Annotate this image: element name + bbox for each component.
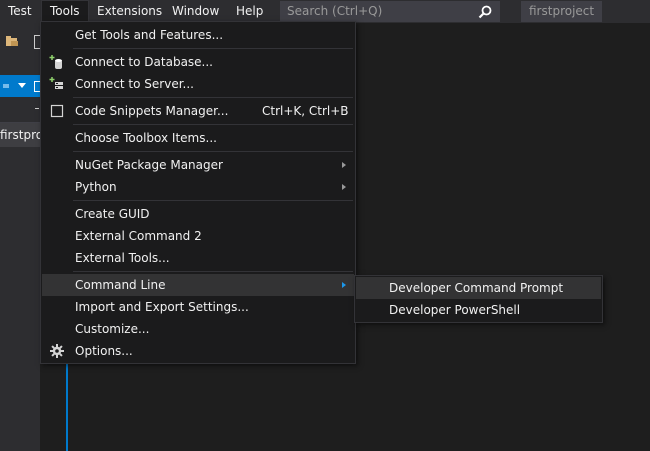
menu-item-label: External Command 2: [75, 229, 202, 243]
menu-item-label: Customize...: [75, 322, 150, 336]
menu-window[interactable]: Window: [164, 0, 227, 23]
menu-test[interactable]: Test: [0, 0, 40, 23]
menu-item-label: Command Line: [75, 278, 166, 292]
search-box[interactable]: Search (Ctrl+Q): [280, 1, 500, 22]
submenu-arrow-icon: [342, 184, 346, 190]
menu-item-label: Import and Export Settings...: [75, 300, 249, 314]
menu-item-label: Get Tools and Features...: [75, 28, 224, 42]
command-line-submenu: Developer Command Prompt Developer Power…: [354, 275, 603, 323]
submenu-item-developer-command-prompt[interactable]: Developer Command Prompt: [356, 277, 601, 299]
menu-item-label: NuGet Package Manager: [75, 158, 223, 172]
menu-item-get-tools[interactable]: Get Tools and Features...: [42, 24, 354, 46]
solution-tab[interactable]: firstproje: [0, 123, 40, 147]
left-toolbar-area: firstproje: [0, 23, 41, 451]
database-icon: [49, 55, 62, 69]
menu-item-label: Python: [75, 180, 117, 194]
menu-item-connect-database[interactable]: Connect to Database...: [42, 51, 354, 73]
menu-item-label: Connect to Database...: [75, 55, 213, 69]
menu-item-external-command-2[interactable]: External Command 2: [42, 225, 354, 247]
menu-help[interactable]: Help: [228, 0, 271, 23]
menu-item-code-snippets[interactable]: Code Snippets Manager... Ctrl+K, Ctrl+B: [42, 100, 354, 122]
menu-item-nuget[interactable]: NuGet Package Manager: [42, 154, 354, 176]
editor-accent-line: [66, 362, 68, 451]
submenu-item-developer-powershell[interactable]: Developer PowerShell: [356, 299, 601, 321]
menu-separator: [73, 124, 353, 125]
menu-item-label: Options...: [75, 344, 133, 358]
submenu-arrow-icon: [342, 282, 346, 288]
grip-icon: [3, 84, 9, 88]
submenu-arrow-icon: [342, 162, 346, 168]
gear-icon: [50, 344, 64, 358]
menu-item-label: Code Snippets Manager...: [75, 104, 229, 118]
submenu-item-label: Developer Command Prompt: [389, 281, 564, 295]
active-panel-header[interactable]: [0, 75, 41, 97]
tools-menu: Get Tools and Features... Connect to Dat…: [40, 21, 356, 364]
menu-item-label: External Tools...: [75, 251, 170, 265]
menu-item-command-line[interactable]: Command Line: [42, 274, 354, 296]
menu-item-label: Choose Toolbox Items...: [75, 131, 217, 145]
submenu-item-label: Developer PowerShell: [389, 303, 521, 317]
menu-separator: [73, 151, 353, 152]
menu-tools[interactable]: Tools: [41, 0, 89, 23]
menu-item-choose-toolbox[interactable]: Choose Toolbox Items...: [42, 127, 354, 149]
menu-item-python[interactable]: Python: [42, 176, 354, 198]
menu-item-shortcut: Ctrl+K, Ctrl+B: [262, 104, 349, 118]
menu-item-label: Connect to Server...: [75, 77, 194, 91]
dropdown-arrow-icon[interactable]: [18, 83, 26, 88]
search-icon[interactable]: [477, 4, 493, 20]
menu-item-external-tools[interactable]: External Tools...: [42, 247, 354, 269]
menu-extensions[interactable]: Extensions: [89, 0, 170, 23]
menu-item-create-guid[interactable]: Create GUID: [42, 203, 354, 225]
checkbox-icon: [50, 104, 64, 118]
menu-separator: [73, 271, 353, 272]
menu-item-connect-server[interactable]: Connect to Server...: [42, 73, 354, 95]
panel-toolbar-row: [0, 102, 40, 123]
menu-separator: [73, 48, 353, 49]
server-icon: [49, 77, 63, 89]
project-name: firstproject: [521, 1, 603, 22]
menu-item-options[interactable]: Options...: [42, 340, 354, 362]
menu-item-import-export[interactable]: Import and Export Settings...: [42, 296, 354, 318]
menu-separator: [73, 97, 353, 98]
menu-item-customize[interactable]: Customize...: [42, 318, 354, 340]
menu-separator: [73, 200, 353, 201]
collapse-icon[interactable]: [35, 108, 39, 115]
search-placeholder: Search (Ctrl+Q): [287, 4, 383, 18]
menu-item-label: Create GUID: [75, 207, 150, 221]
folder-icon[interactable]: [4, 33, 20, 49]
menu-bar: Test Tools Extensions Window Help Search…: [0, 0, 650, 23]
